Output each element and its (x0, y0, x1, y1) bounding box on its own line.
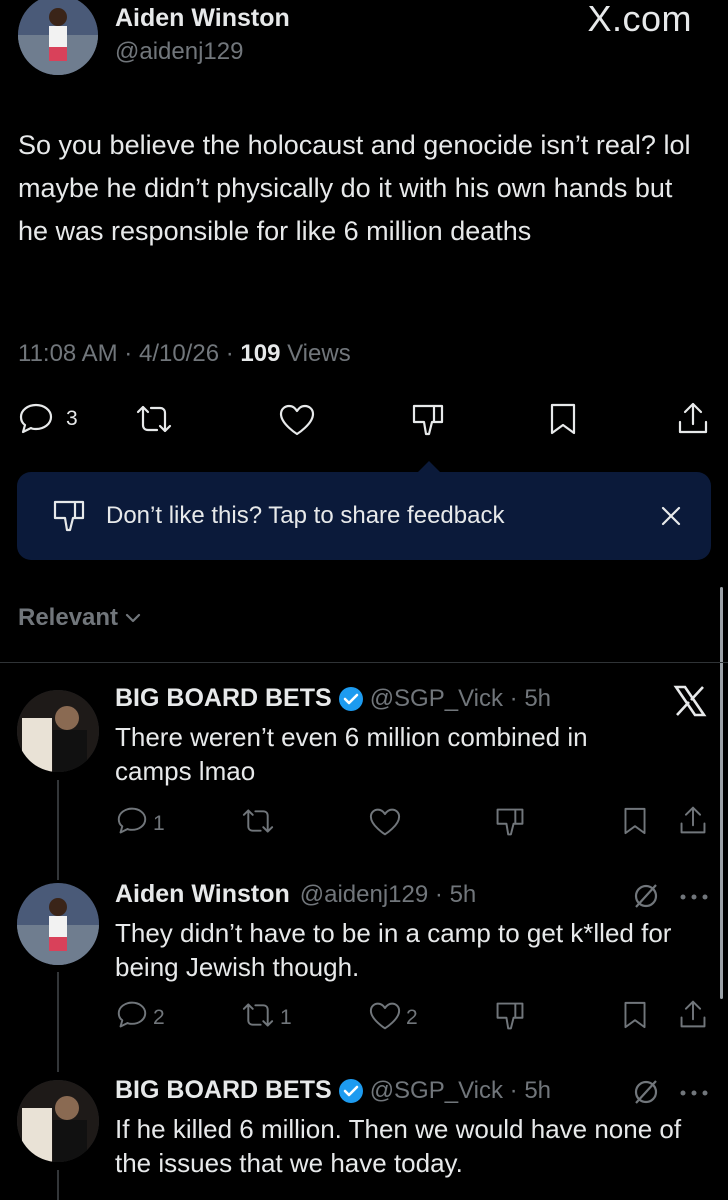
views-label: Views (287, 340, 351, 367)
verified-badge-icon (338, 1078, 364, 1104)
repost-icon[interactable] (240, 806, 276, 836)
reply-time[interactable]: 5h (524, 1077, 551, 1105)
like-icon[interactable] (277, 403, 317, 437)
reply-avatar[interactable] (17, 1080, 99, 1162)
reply-count: 3 (66, 407, 78, 430)
like-icon[interactable] (367, 807, 403, 837)
reply-author-handle[interactable]: @aidenj129 (300, 881, 428, 909)
tweet-date[interactable]: 4/10/26 (139, 340, 219, 367)
reply-author-handle[interactable]: @SGP_Vick (370, 1077, 503, 1105)
tweet-text: So you believe the holocaust and genocid… (18, 130, 691, 246)
bookmark-icon[interactable] (548, 402, 578, 436)
reply-author-name[interactable]: Aiden Winston (115, 880, 290, 909)
close-icon[interactable] (659, 504, 683, 528)
reply-text: There weren’t even 6 million combined in… (115, 722, 588, 786)
repost-icon[interactable] (240, 1000, 276, 1030)
reply-text: If he killed 6 million. Then we would ha… (115, 1114, 682, 1178)
sort-label: Relevant (18, 604, 119, 631)
feedback-text: Don’t like this? Tap to share feedback (106, 502, 505, 529)
reply-header: BIG BOARD BETS @SGP_Vick · 5h (115, 1076, 552, 1105)
reply-icon[interactable] (115, 806, 149, 836)
verified-badge-icon (338, 686, 364, 712)
reply-author-name[interactable]: BIG BOARD BETS (115, 1076, 332, 1105)
author-avatar[interactable] (18, 0, 98, 75)
thread-line (57, 972, 59, 1072)
chevron-down-icon (124, 611, 142, 625)
views-count: 109 (240, 340, 281, 367)
reply-text: They didn’t have to be in a camp to get … (115, 918, 672, 982)
dislike-icon[interactable] (494, 806, 526, 838)
like-icon[interactable] (367, 1001, 403, 1031)
brand-watermark: X.com (587, 0, 692, 39)
x-logo-icon (672, 684, 708, 718)
tweet-meta: 11:08 AM · 4/10/26 · 109 Views (18, 340, 351, 367)
more-icon[interactable] (680, 1090, 708, 1096)
grok-icon[interactable] (632, 1078, 660, 1106)
author-handle[interactable]: @aidenj129 (115, 38, 243, 66)
reply-header: BIG BOARD BETS @SGP_Vick · 5h (115, 684, 552, 713)
reply-avatar[interactable] (17, 883, 99, 965)
reply-count: 2 (153, 1006, 165, 1029)
reply-time[interactable]: 5h (524, 685, 551, 713)
repost-count: 1 (280, 1006, 292, 1029)
more-icon[interactable] (680, 894, 708, 900)
author-name[interactable]: Aiden Winston (115, 4, 290, 33)
share-icon[interactable] (678, 804, 708, 836)
share-icon[interactable] (676, 400, 710, 436)
reply-count: 1 (153, 812, 165, 835)
share-icon[interactable] (678, 998, 708, 1030)
like-count: 2 (406, 1006, 418, 1029)
reply-icon[interactable] (115, 1000, 149, 1030)
reply-header: Aiden Winston @aidenj129 · 5h (115, 880, 477, 909)
repost-icon[interactable] (134, 402, 174, 436)
bookmark-icon[interactable] (622, 1000, 648, 1030)
reply-time[interactable]: 5h (450, 881, 477, 909)
reply-author-handle[interactable]: @SGP_Vick (370, 685, 503, 713)
dislike-icon (51, 498, 87, 534)
divider (0, 662, 728, 663)
dislike-icon[interactable] (494, 1000, 526, 1032)
thread-line (57, 780, 59, 880)
tweet-time[interactable]: 11:08 AM (18, 340, 118, 367)
dislike-icon[interactable] (410, 402, 446, 438)
scrollbar[interactable] (720, 587, 723, 999)
thread-line (57, 1170, 59, 1200)
reply-author-name[interactable]: BIG BOARD BETS (115, 684, 332, 713)
sort-selector[interactable]: Relevant (18, 604, 142, 632)
reply-avatar[interactable] (17, 690, 99, 772)
grok-icon[interactable] (632, 882, 660, 910)
reply-icon[interactable] (18, 402, 54, 436)
bookmark-icon[interactable] (622, 806, 648, 836)
feedback-banner[interactable]: Don’t like this? Tap to share feedback (17, 472, 711, 560)
